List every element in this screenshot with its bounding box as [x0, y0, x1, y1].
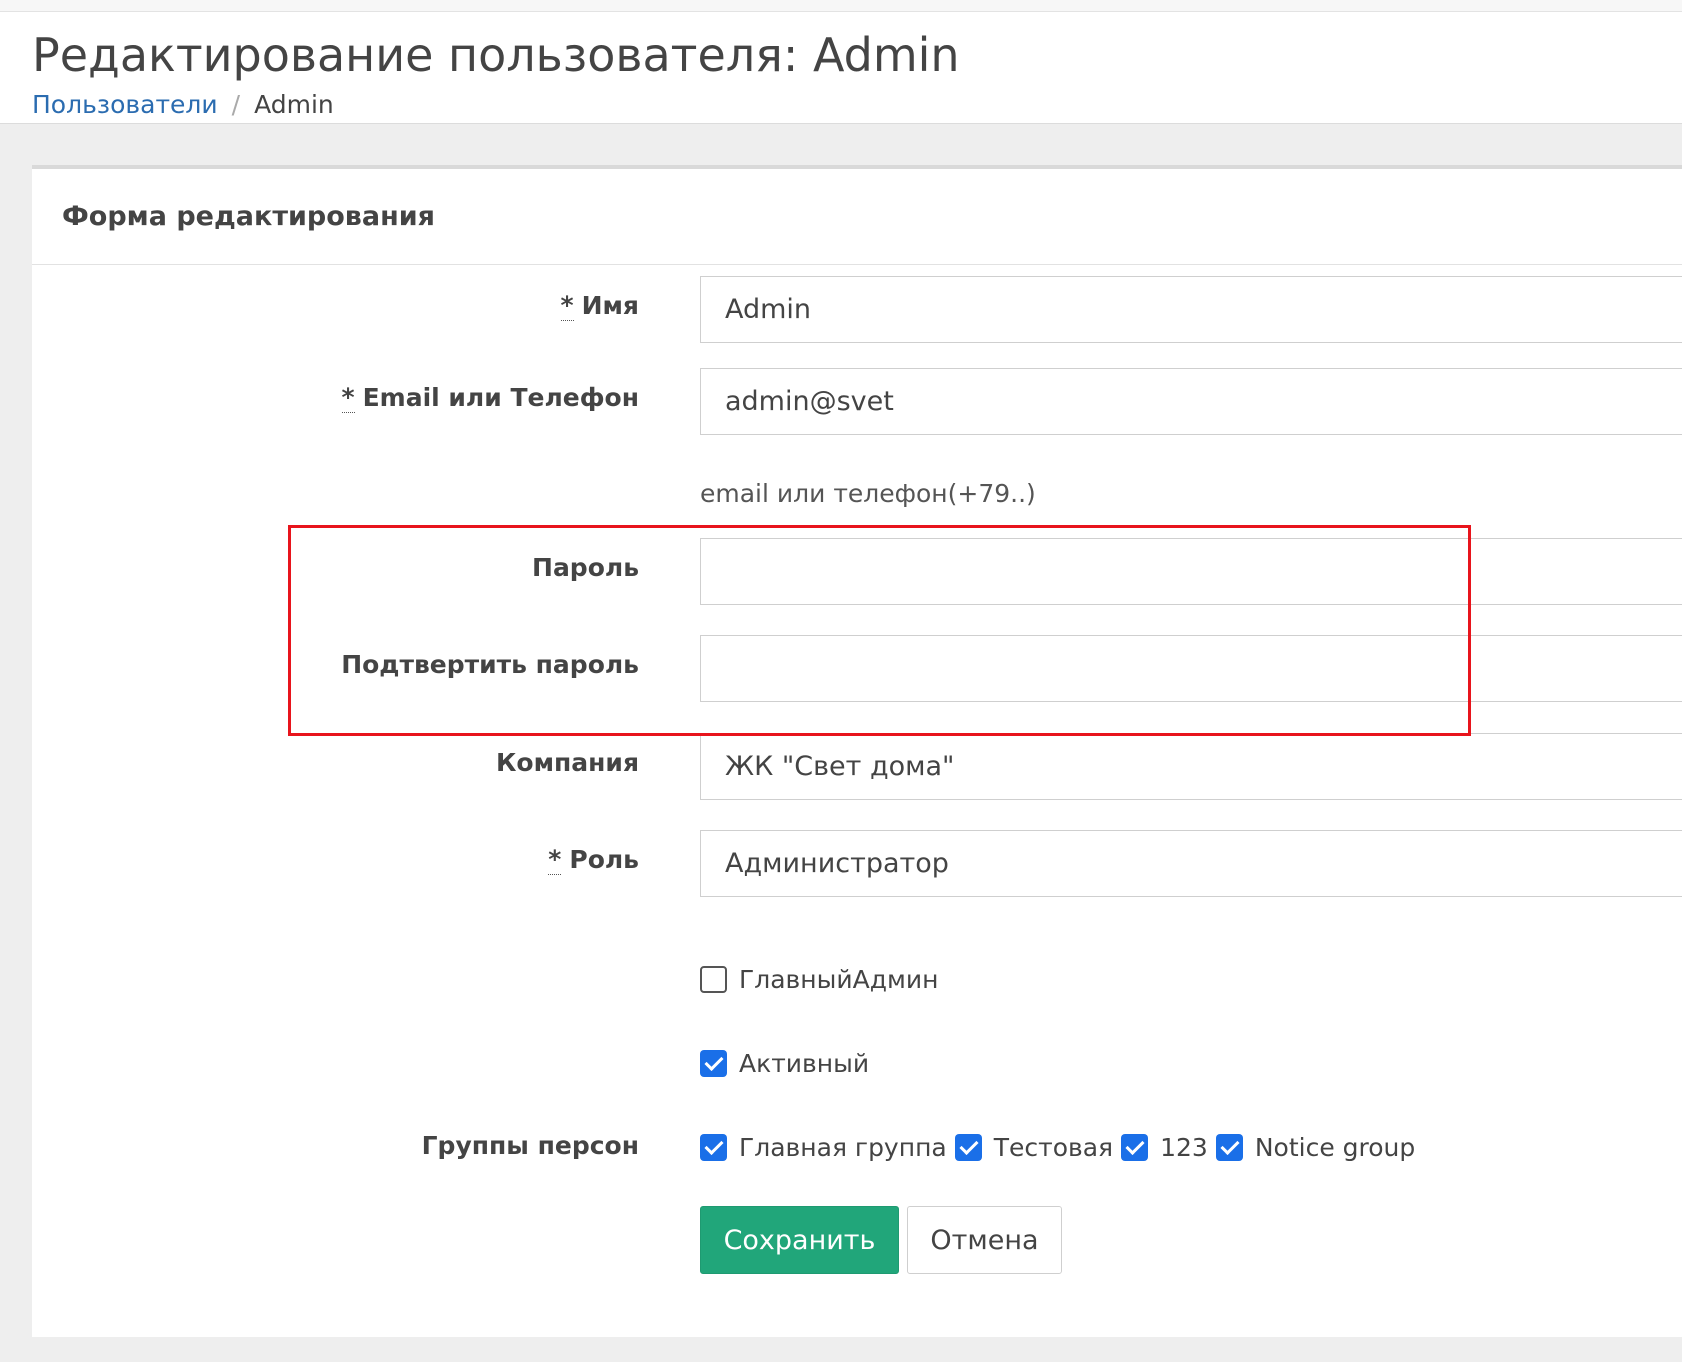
panel-heading: Форма редактирования — [32, 169, 1682, 265]
group-item-123[interactable]: 123 — [1121, 1131, 1216, 1162]
page-title: Редактирование пользователя: Admin — [32, 28, 960, 82]
name-input[interactable] — [700, 276, 1682, 343]
name-label: * Имя — [560, 291, 639, 321]
breadcrumb-link-users[interactable]: Пользователи — [32, 90, 218, 119]
main-admin-checkbox-row[interactable]: ГлавныйАдмин — [700, 963, 938, 994]
panel-title: Форма редактирования — [62, 201, 435, 232]
group-checkbox[interactable] — [1215, 1133, 1243, 1161]
active-label: Активный — [739, 1048, 870, 1078]
email-hint: email или телефон(+79..) — [700, 479, 1036, 508]
active-checkbox-row[interactable]: Активный — [700, 1047, 869, 1078]
email-input[interactable] — [700, 368, 1682, 435]
cancel-button[interactable]: Отмена — [907, 1206, 1062, 1274]
groups-checkbox-list: Главная группа Тестовая 123 Notice group — [700, 1131, 1423, 1162]
password-input[interactable] — [700, 538, 1682, 605]
page-header: Редактирование пользователя: Admin Польз… — [0, 12, 1682, 124]
breadcrumb-current: Admin — [254, 90, 334, 119]
group-item-main[interactable]: Главная группа — [700, 1131, 955, 1162]
password-confirm-label: Подтвертить пароль — [341, 650, 639, 679]
required-marker: * — [548, 845, 562, 875]
breadcrumb: Пользователи / Admin — [32, 90, 334, 119]
email-label: * Email или Телефон — [341, 383, 639, 413]
save-button[interactable]: Сохранить — [700, 1206, 899, 1274]
company-label: Компания — [495, 748, 639, 777]
role-label: * Роль — [548, 845, 639, 875]
required-marker: * — [341, 383, 355, 413]
active-checkbox[interactable] — [700, 1049, 727, 1077]
group-item-notice[interactable]: Notice group — [1215, 1131, 1423, 1162]
groups-label: Группы персон — [421, 1131, 639, 1160]
company-select[interactable]: ЖК "Свет дома" — [700, 733, 1682, 800]
password-label: Пароль — [532, 553, 639, 582]
main-admin-label: ГлавныйАдмин — [739, 964, 939, 994]
password-confirm-input[interactable] — [700, 635, 1682, 702]
breadcrumb-separator: / — [231, 90, 241, 119]
group-item-test[interactable]: Тестовая — [954, 1131, 1121, 1162]
edit-form-panel: Форма редактирования *Имя *Email или Тел… — [32, 165, 1682, 1337]
role-select[interactable]: Администратор — [700, 830, 1682, 897]
group-checkbox[interactable] — [954, 1133, 982, 1161]
group-checkbox[interactable] — [1121, 1133, 1149, 1161]
group-checkbox[interactable] — [700, 1133, 727, 1161]
required-marker: * — [560, 291, 574, 321]
top-strip — [0, 0, 1682, 12]
main-admin-checkbox[interactable] — [700, 965, 727, 993]
